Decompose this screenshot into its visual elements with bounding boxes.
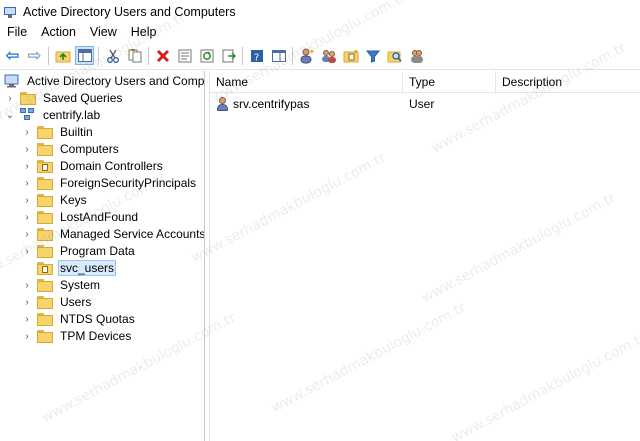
new-ou-icon[interactable]: ✦ bbox=[341, 46, 360, 65]
tree-item-lost-and-found[interactable]: › LostAndFound bbox=[21, 209, 140, 225]
chevron-right-icon[interactable]: › bbox=[21, 328, 33, 344]
chevron-right-icon[interactable]: › bbox=[21, 209, 33, 225]
folder-icon bbox=[37, 244, 53, 258]
console-tree: Active Directory Users and Computers › S… bbox=[0, 71, 204, 441]
chevron-right-icon[interactable]: › bbox=[21, 192, 33, 208]
add-to-group-icon[interactable] bbox=[407, 46, 426, 65]
menu-action[interactable]: Action bbox=[34, 24, 83, 42]
toolbar-separator bbox=[242, 46, 243, 65]
row-type: User bbox=[409, 97, 435, 111]
chevron-right-icon[interactable]: › bbox=[21, 294, 33, 310]
toolbar-separator bbox=[98, 46, 99, 65]
table-row[interactable]: srv.centrifypas User bbox=[210, 95, 640, 113]
chevron-down-icon[interactable]: ⌄ bbox=[4, 107, 16, 123]
cut-icon[interactable] bbox=[103, 46, 122, 65]
user-icon bbox=[216, 96, 230, 112]
row-name: srv.centrifypas bbox=[233, 97, 310, 111]
new-group-icon[interactable] bbox=[319, 46, 338, 65]
delete-icon[interactable] bbox=[153, 46, 172, 65]
ou-folder-icon bbox=[37, 159, 53, 173]
refresh-icon[interactable] bbox=[197, 46, 216, 65]
console-icon[interactable] bbox=[269, 46, 288, 65]
folder-icon bbox=[37, 210, 53, 224]
filter-icon[interactable] bbox=[363, 46, 382, 65]
folder-icon bbox=[37, 176, 53, 190]
help-icon[interactable]: ? bbox=[247, 46, 266, 65]
svg-text:✦: ✦ bbox=[353, 49, 359, 56]
ad-console-icon bbox=[4, 74, 20, 88]
show-tree-icon[interactable] bbox=[75, 46, 94, 65]
tree-item-foreign-security-principals[interactable]: › ForeignSecurityPrincipals bbox=[21, 175, 198, 191]
folder-icon bbox=[37, 227, 53, 241]
menu-view[interactable]: View bbox=[83, 24, 124, 42]
chevron-right-icon[interactable]: › bbox=[21, 277, 33, 293]
ou-folder-icon bbox=[37, 261, 53, 275]
window-title: Active Directory Users and Computers bbox=[23, 5, 236, 19]
export-icon[interactable] bbox=[219, 46, 238, 65]
column-header-name[interactable]: Name bbox=[210, 71, 403, 93]
properties-icon[interactable] bbox=[175, 46, 194, 65]
toolbar-separator bbox=[292, 46, 293, 65]
tree-item-users[interactable]: › Users bbox=[21, 294, 93, 310]
folder-icon bbox=[37, 295, 53, 309]
tree-root-label: Active Directory Users and Computers bbox=[27, 74, 204, 88]
chevron-right-icon[interactable]: › bbox=[21, 175, 33, 191]
chevron-right-icon[interactable]: › bbox=[4, 90, 16, 106]
back-icon[interactable]: ⇦ bbox=[3, 46, 22, 65]
folder-icon bbox=[37, 278, 53, 292]
forward-icon[interactable]: ⇨ bbox=[25, 46, 44, 65]
chevron-right-icon[interactable]: › bbox=[21, 226, 33, 242]
chevron-right-icon[interactable]: › bbox=[21, 158, 33, 174]
find-icon[interactable] bbox=[385, 46, 404, 65]
column-header-description[interactable]: Description bbox=[496, 71, 640, 93]
menu-help[interactable]: Help bbox=[124, 24, 164, 42]
svg-text:✦: ✦ bbox=[309, 48, 315, 56]
new-user-icon[interactable]: ✦ bbox=[297, 46, 316, 65]
toolbar: ⇦ ⇨ ? ✦ ✦ bbox=[0, 42, 640, 70]
folder-icon bbox=[37, 142, 53, 156]
folder-icon bbox=[37, 193, 53, 207]
details-list: Name Type Description srv.centrifypas Us… bbox=[210, 71, 640, 441]
tree-item-computers[interactable]: › Computers bbox=[21, 141, 121, 157]
tree-item-ntds-quotas[interactable]: › NTDS Quotas bbox=[21, 311, 137, 327]
svg-text:?: ? bbox=[254, 52, 259, 63]
app-icon bbox=[3, 5, 19, 19]
tree-item-svc-users[interactable]: svc_users bbox=[21, 260, 117, 276]
toolbar-separator bbox=[48, 46, 49, 65]
menu-file[interactable]: File bbox=[0, 24, 34, 42]
chevron-right-icon[interactable]: › bbox=[21, 141, 33, 157]
tree-item-builtin[interactable]: › Builtin bbox=[21, 124, 95, 140]
tree-item-domain-controllers[interactable]: › Domain Controllers bbox=[21, 158, 165, 174]
folder-icon bbox=[37, 312, 53, 326]
chevron-right-icon[interactable]: › bbox=[21, 124, 33, 140]
tree-item-system[interactable]: › System bbox=[21, 277, 102, 293]
toolbar-separator bbox=[148, 46, 149, 65]
chevron-right-icon[interactable]: › bbox=[21, 243, 33, 259]
tree-item-keys[interactable]: › Keys bbox=[21, 192, 89, 208]
domain-icon bbox=[20, 108, 36, 122]
up-folder-icon[interactable] bbox=[53, 46, 72, 65]
tree-item-managed-service-accounts[interactable]: › Managed Service Accounts bbox=[21, 226, 204, 242]
tree-root[interactable]: Active Directory Users and Computers bbox=[4, 73, 204, 89]
chevron-right-icon[interactable]: › bbox=[21, 311, 33, 327]
tree-item-program-data[interactable]: › Program Data bbox=[21, 243, 137, 259]
tree-item-tpm-devices[interactable]: › TPM Devices bbox=[21, 328, 133, 344]
menu-bar: File Action View Help bbox=[0, 24, 640, 42]
tree-item-saved-queries[interactable]: › Saved Queries bbox=[4, 90, 124, 106]
copy-icon[interactable] bbox=[125, 46, 144, 65]
folder-icon bbox=[20, 91, 36, 105]
column-header-type[interactable]: Type bbox=[403, 71, 496, 93]
title-bar: Active Directory Users and Computers bbox=[0, 0, 640, 24]
folder-icon bbox=[37, 125, 53, 139]
tree-item-domain[interactable]: ⌄ centrify.lab bbox=[4, 107, 102, 123]
list-header: Name Type Description bbox=[210, 71, 640, 93]
folder-icon bbox=[37, 329, 53, 343]
